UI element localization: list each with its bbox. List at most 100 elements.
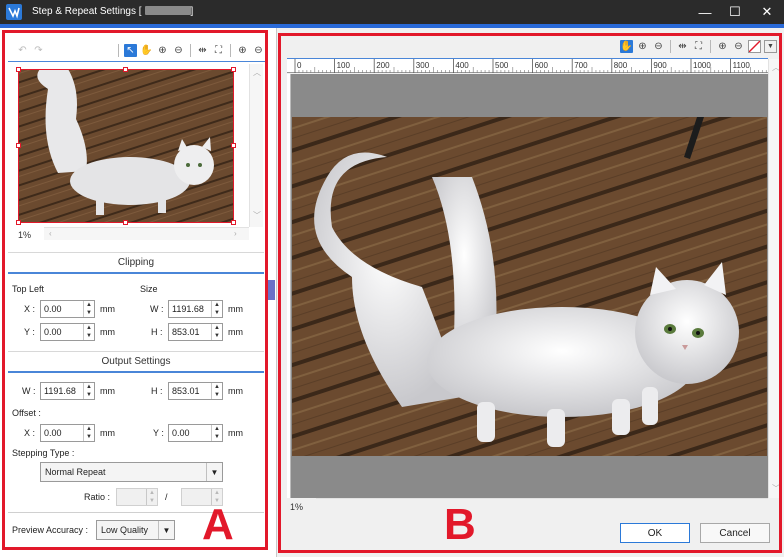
offset-y-value[interactable]: 0.00	[169, 425, 211, 441]
scroll-down-icon[interactable]: ﹀	[772, 483, 780, 494]
ruler-tick-label: 1000	[693, 61, 711, 70]
redo-icon[interactable]: ↷	[32, 44, 45, 57]
ratio-separator: /	[165, 492, 168, 502]
spin-up-icon[interactable]: ▲	[212, 425, 222, 433]
clip-y-stepper[interactable]: 0.00 ▲ ▼	[40, 323, 95, 341]
spin-up-icon[interactable]: ▲	[84, 425, 94, 433]
scroll-up-icon[interactable]: ︿	[772, 62, 780, 73]
clip-w-stepper[interactable]: 1191.68 ▲ ▼	[168, 300, 223, 318]
minus-circle-icon[interactable]: ⊖	[252, 44, 265, 57]
fit-width-icon[interactable]: ⇹	[676, 40, 689, 53]
spin-down-icon[interactable]: ▼	[147, 497, 157, 505]
canvas-hscrollbar[interactable]	[316, 498, 768, 511]
spin-down-icon[interactable]: ▼	[212, 309, 222, 317]
spin-up-icon[interactable]: ▲	[212, 324, 222, 332]
spin-up-icon[interactable]: ▲	[212, 383, 222, 391]
fit-width-icon[interactable]: ⇹	[196, 44, 209, 57]
zoom-out-icon[interactable]: ⊖	[652, 40, 665, 53]
ruler-tick-label: 700	[574, 61, 588, 70]
scroll-right-icon[interactable]: ›	[234, 229, 237, 238]
clip-x-value[interactable]: 0.00	[41, 301, 83, 317]
zoom-in-icon[interactable]: ⊕	[156, 44, 169, 57]
spin-down-icon[interactable]: ▼	[212, 391, 222, 399]
clip-h-stepper[interactable]: 853.01 ▲ ▼	[168, 323, 223, 341]
out-h-value[interactable]: 853.01	[169, 383, 211, 399]
clip-h-label: H :	[151, 327, 163, 337]
left-toolbar: ↶ ↷ ↖ ✋ ⊕ ⊖ ⇹ ⛶ ⊕ ⊖	[16, 44, 265, 57]
spin-up-icon[interactable]: ▲	[84, 383, 94, 391]
clip-handle-br[interactable]	[231, 220, 236, 225]
spin-up-icon[interactable]: ▲	[84, 324, 94, 332]
chevron-down-icon[interactable]: ▼	[158, 521, 174, 539]
spin-up-icon[interactable]: ▲	[212, 489, 222, 497]
scroll-left-icon[interactable]: ‹	[49, 229, 52, 238]
no-color-swatch-icon[interactable]	[748, 40, 761, 53]
dropdown-icon[interactable]: ▼	[764, 40, 777, 53]
scroll-down-icon[interactable]: ﹀	[253, 210, 261, 221]
close-button[interactable]: ✕	[752, 0, 782, 24]
annotation-label-a: A	[202, 500, 234, 549]
zoom-in-icon[interactable]: ⊕	[636, 40, 649, 53]
toolbar-divider	[8, 61, 265, 62]
thumbnail-vscrollbar[interactable]: ︿ ﹀	[249, 64, 263, 227]
offset-x-value[interactable]: 0.00	[41, 425, 83, 441]
fit-page-icon[interactable]: ⛶	[212, 44, 225, 57]
clip-handle-b[interactable]	[123, 220, 128, 225]
scroll-up-icon[interactable]: ︿	[253, 67, 261, 78]
undo-icon[interactable]: ↶	[16, 44, 29, 57]
spin-up-icon[interactable]: ▲	[84, 301, 94, 309]
clip-handle-l[interactable]	[16, 143, 21, 148]
clip-y-label: Y :	[24, 327, 35, 337]
hand-icon[interactable]: ✋	[620, 40, 633, 53]
ok-button[interactable]: OK	[620, 523, 690, 543]
spin-down-icon[interactable]: ▼	[212, 332, 222, 340]
unit-label: mm	[100, 428, 115, 438]
canvas-vscrollbar[interactable]: ︿ ﹀	[768, 59, 782, 498]
chevron-down-icon[interactable]: ▼	[206, 463, 222, 481]
clip-w-value[interactable]: 1191.68	[169, 301, 211, 317]
clip-handle-bl[interactable]	[16, 220, 21, 225]
clipping-frame[interactable]	[18, 69, 234, 223]
clip-handle-r[interactable]	[231, 143, 236, 148]
spin-up-icon[interactable]: ▲	[212, 301, 222, 309]
cat-photo	[292, 117, 767, 456]
minimize-button[interactable]: —	[690, 0, 720, 24]
panel-splitter-handle[interactable]	[267, 280, 275, 300]
plus-circle-icon[interactable]: ⊕	[716, 40, 729, 53]
thumbnail-hscrollbar[interactable]: ‹ ›	[44, 227, 249, 240]
spin-up-icon[interactable]: ▲	[147, 489, 157, 497]
spin-down-icon[interactable]: ▼	[212, 433, 222, 441]
plus-circle-icon[interactable]: ⊕	[236, 44, 249, 57]
spin-down-icon[interactable]: ▼	[84, 309, 94, 317]
fit-page-icon[interactable]: ⛶	[692, 40, 705, 53]
out-w-stepper[interactable]: 1191.68 ▲ ▼	[40, 382, 95, 400]
minus-circle-icon[interactable]: ⊖	[732, 40, 745, 53]
ratio-left-stepper[interactable]: ▲ ▼	[116, 488, 158, 506]
app-logo-icon	[6, 4, 22, 20]
clip-handle-tl[interactable]	[16, 67, 21, 72]
spin-down-icon[interactable]: ▼	[84, 391, 94, 399]
clip-handle-t[interactable]	[123, 67, 128, 72]
out-w-value[interactable]: 1191.68	[41, 383, 83, 399]
spin-down-icon[interactable]: ▼	[84, 332, 94, 340]
preview-accuracy-select[interactable]: Low Quality ▼	[96, 520, 175, 540]
offset-x-stepper[interactable]: 0.00 ▲ ▼	[40, 424, 95, 442]
out-h-stepper[interactable]: 853.01 ▲ ▼	[168, 382, 223, 400]
clip-handle-tr[interactable]	[231, 67, 236, 72]
clip-y-value[interactable]: 0.00	[41, 324, 83, 340]
hand-icon[interactable]: ✋	[140, 44, 153, 57]
ratio-left-value[interactable]	[117, 489, 146, 505]
maximize-button[interactable]: ☐	[720, 0, 750, 24]
preview-accuracy-value: Low Quality	[101, 525, 149, 535]
spin-down-icon[interactable]: ▼	[84, 433, 94, 441]
select-arrow-icon[interactable]: ↖	[124, 44, 137, 57]
unit-label: mm	[228, 304, 243, 314]
cancel-button[interactable]: Cancel	[700, 523, 770, 543]
stepping-type-select[interactable]: Normal Repeat ▼	[40, 462, 223, 482]
toolbar-separator	[118, 44, 119, 57]
clip-h-value[interactable]: 853.01	[169, 324, 211, 340]
clip-x-stepper[interactable]: 0.00 ▲ ▼	[40, 300, 95, 318]
offset-y-stepper[interactable]: 0.00 ▲ ▼	[168, 424, 223, 442]
zoom-out-icon[interactable]: ⊖	[172, 44, 185, 57]
right-toolbar: ✋ ⊕ ⊖ ⇹ ⛶ ⊕ ⊖ ▼	[620, 40, 777, 53]
